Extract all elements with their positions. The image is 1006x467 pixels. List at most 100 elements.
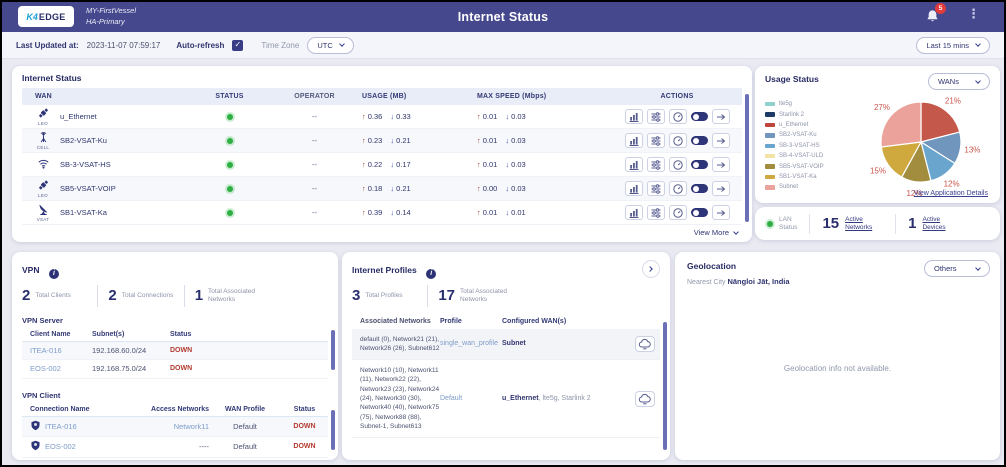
wan-actions-cell — [612, 205, 742, 220]
wan-cell: CELLSB2-VSAT-Ku — [22, 131, 192, 150]
legend-swatch — [765, 123, 775, 128]
legend-item: u_Ethernet — [765, 120, 824, 130]
configured-wans-cell: Subnet — [502, 340, 630, 347]
wan-table-header: WAN STATUS OPERATOR USAGE (MB) MAX SPEED… — [22, 88, 742, 105]
vpn-networks-label: Total Associated Networks — [208, 288, 270, 304]
legend-item: SB-4-VSAT-ULD — [765, 151, 824, 161]
total-profiles-count: 3 — [352, 287, 360, 304]
arrow-right-button[interactable] — [712, 157, 730, 172]
configured-wans-cell: u_Ethernet, lte5g, Starlink 2 — [502, 395, 630, 402]
vpn-client-name-link[interactable]: EOS-002 — [22, 364, 92, 373]
wan-operator-cell: -- — [267, 136, 362, 145]
gauge-button[interactable] — [669, 181, 687, 196]
notification-bell-icon[interactable]: 5 — [924, 8, 942, 26]
wan-status-cell — [192, 162, 267, 168]
legend-item: SB5-VSAT-VOIP — [765, 161, 824, 171]
speed-download: 0.03 — [511, 112, 526, 121]
cloud-action-button[interactable] — [635, 391, 655, 407]
toggle-switch[interactable] — [691, 208, 708, 217]
scrollbar[interactable] — [331, 330, 335, 370]
sliders-button[interactable] — [647, 205, 665, 220]
active-networks-count: 15 — [822, 215, 839, 232]
sliders-button[interactable] — [647, 181, 665, 196]
usage-filter-select[interactable]: WANs — [928, 73, 990, 90]
scrollbar[interactable] — [331, 410, 335, 450]
pie-slice-label: 12% — [944, 180, 960, 189]
leo-icon: LEO — [35, 107, 51, 126]
time-zone-select[interactable]: UTC — [307, 37, 353, 54]
cloud-action-button[interactable] — [635, 336, 655, 352]
usage-upload: 0.36 — [368, 112, 383, 121]
sliders-button[interactable] — [647, 157, 665, 172]
vpn-server-title: VPN Server — [22, 316, 328, 325]
graph-button[interactable] — [625, 133, 643, 148]
arrow-right-button[interactable] — [712, 205, 730, 220]
info-icon[interactable] — [49, 269, 59, 279]
view-more-button[interactable]: View More — [694, 228, 738, 237]
legend-swatch — [765, 133, 775, 138]
sliders-button[interactable] — [647, 109, 665, 124]
legend-item: lte5g — [765, 99, 824, 109]
active-devices-link[interactable]: Active Devices — [922, 216, 960, 232]
toggle-switch[interactable] — [691, 136, 708, 145]
active-networks-link[interactable]: Active Networks — [845, 216, 883, 232]
vpn-clients-label: Total Clients — [35, 292, 87, 300]
gauge-button[interactable] — [669, 109, 687, 124]
profile-name-link[interactable]: single_wan_profile — [440, 340, 502, 347]
info-icon[interactable] — [426, 269, 436, 279]
gauge-button[interactable] — [669, 157, 687, 172]
graph-button[interactable] — [625, 157, 643, 172]
graph-button[interactable] — [625, 205, 643, 220]
arrow-right-button[interactable] — [712, 181, 730, 196]
vpn-server-header: Client Name Subnet(s) Status — [22, 328, 328, 341]
scrollbar[interactable] — [663, 322, 667, 450]
arrow-right-button[interactable] — [712, 133, 730, 148]
usage-pie-chart: 21%13%12%12%15%27% — [833, 90, 998, 198]
profile-name-link[interactable]: Default — [440, 395, 502, 402]
gauge-button[interactable] — [669, 205, 687, 220]
vpn-server-body: ITEA-016192.168.60.0/24DOWNEOS-002192.16… — [22, 341, 328, 379]
view-application-details-link[interactable]: View Application Details — [914, 190, 988, 197]
speed-download: 0.01 — [511, 208, 526, 217]
auto-refresh-checkbox[interactable] — [232, 40, 243, 51]
vpn-status: DOWN — [281, 443, 328, 450]
geolocation-filter-select[interactable]: Others — [924, 260, 990, 277]
vpn-client-row: EOS-002----DefaultDOWN — [22, 437, 328, 458]
wan-usage-cell: ↑0.36↓0.33 — [362, 112, 477, 121]
access-networks-cell[interactable]: Network11 — [117, 422, 209, 431]
expand-panel-button[interactable] — [642, 260, 660, 278]
graph-button[interactable] — [625, 181, 643, 196]
sliders-button[interactable] — [647, 133, 665, 148]
vpn-connection-name-link[interactable]: EOS-002 — [45, 442, 76, 451]
nearest-city-value: Nāngloi Jāt, India — [727, 277, 789, 286]
vpn-server-row: ITEA-016192.168.60.0/24DOWN — [22, 341, 328, 360]
toggle-switch[interactable] — [691, 112, 708, 121]
vpn-connection-name-link[interactable]: ITEA-016 — [45, 422, 77, 431]
toggle-switch[interactable] — [691, 160, 708, 169]
scrollbar[interactable] — [745, 94, 749, 222]
wan-speed-cell: ↑0.01↓0.03 — [477, 160, 612, 169]
up-arrow-icon: ↑ — [362, 112, 366, 121]
kebab-menu-icon[interactable]: ⋮ — [967, 6, 980, 22]
toggle-switch[interactable] — [691, 184, 708, 193]
gauge-button[interactable] — [669, 133, 687, 148]
speed-download: 0.03 — [511, 136, 526, 145]
time-range-select[interactable]: Last 15 mins — [916, 37, 990, 54]
graph-button[interactable] — [625, 109, 643, 124]
up-arrow-icon: ↑ — [477, 208, 481, 217]
usage-download: 0.14 — [396, 208, 411, 217]
col-connection-name: Connection Name — [22, 406, 117, 413]
wan-actions-cell — [612, 133, 742, 148]
legend-item: SB2-VSAT-Ku — [765, 130, 824, 140]
vpn-client-name-link[interactable]: ITEA-016 — [22, 346, 92, 355]
wan-status-cell — [192, 210, 267, 216]
legend-label: lte5g — [779, 101, 792, 107]
total-profiles-label: Total Profiles — [365, 292, 417, 300]
col-client-name: Client Name — [22, 331, 92, 338]
cell-icon: CELL — [35, 131, 51, 150]
cell-icon — [37, 131, 50, 146]
lan-status-dot — [767, 221, 773, 227]
wan-icon-label: LEO — [38, 121, 48, 126]
col-status: STATUS — [192, 93, 267, 100]
arrow-right-button[interactable] — [712, 109, 730, 124]
